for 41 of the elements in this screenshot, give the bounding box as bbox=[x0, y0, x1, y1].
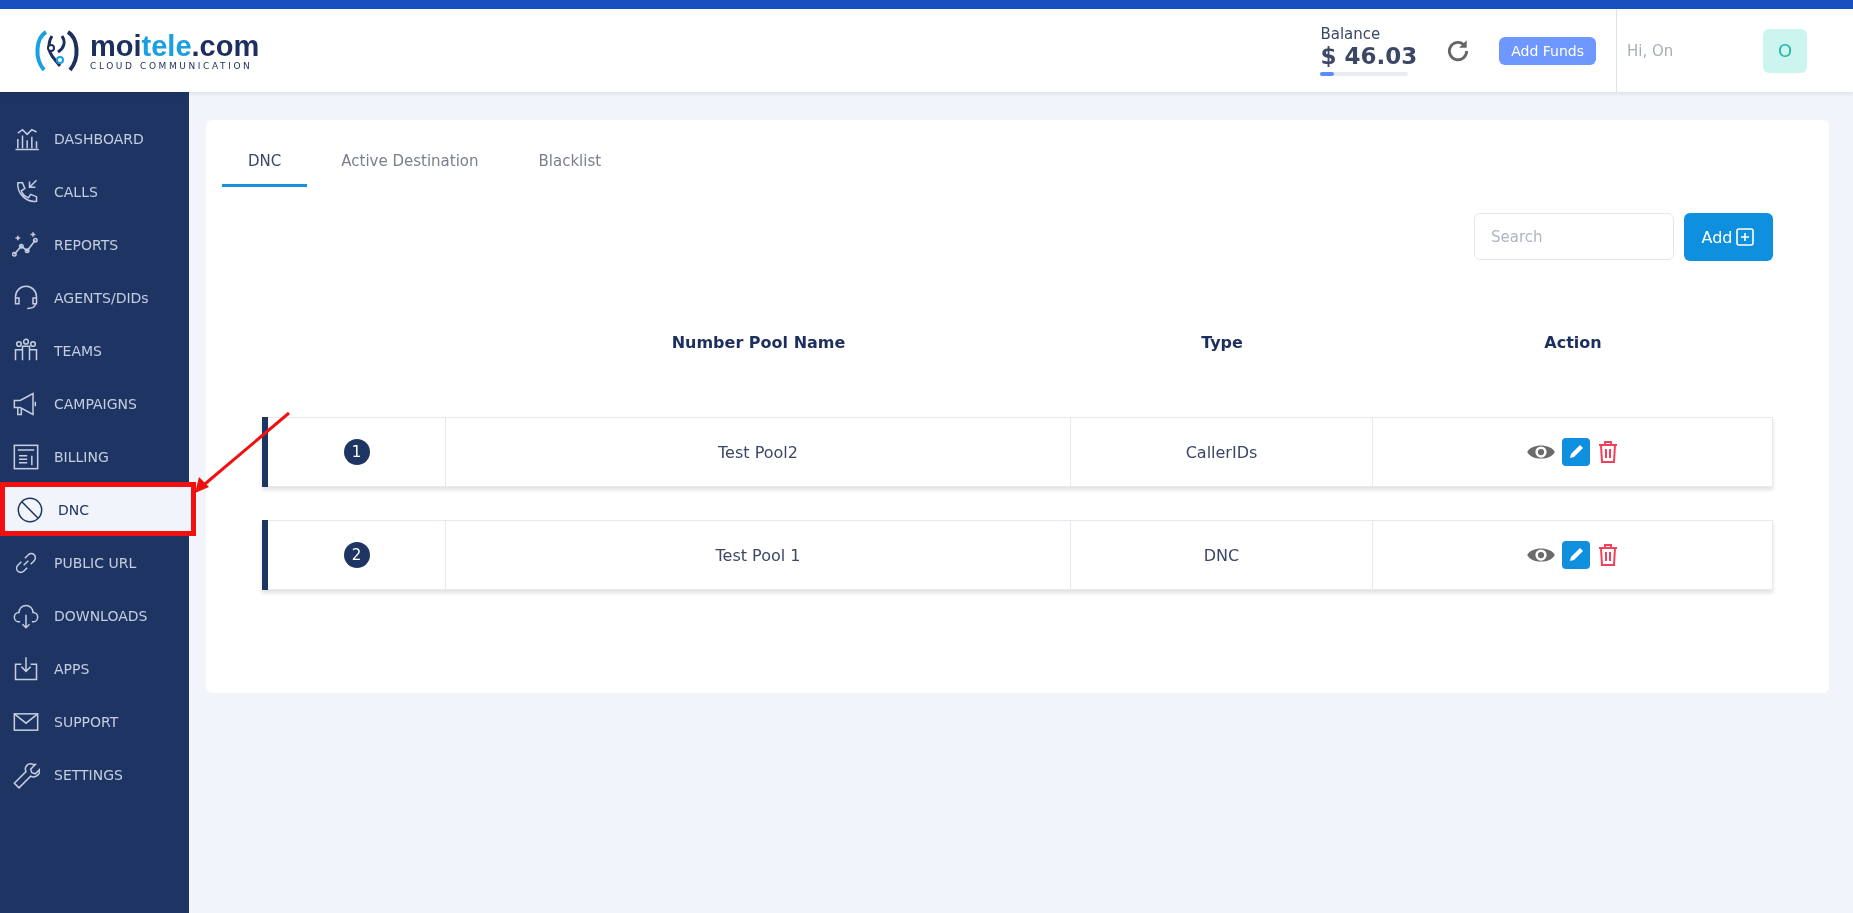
sidebar-item[interactable]: PUBLIC URL bbox=[0, 536, 189, 589]
row-number-badge: 2 bbox=[343, 542, 370, 568]
logo-tagline: CLOUD COMMUNICATION bbox=[90, 60, 254, 71]
tab[interactable]: Active Destination bbox=[315, 142, 505, 187]
sidebar-item[interactable]: TEAMS bbox=[0, 324, 189, 377]
search-field[interactable]: Search bbox=[1474, 213, 1674, 260]
eye-icon[interactable] bbox=[1525, 442, 1556, 462]
tab[interactable]: DNC bbox=[222, 142, 308, 187]
sidebar-item[interactable]: SETTINGS bbox=[0, 748, 189, 801]
sidebar-item[interactable]: CALLS bbox=[0, 165, 189, 218]
edit-icon[interactable] bbox=[1561, 438, 1590, 466]
sidebar-item[interactable]: REPORTS bbox=[0, 218, 189, 271]
sidebar-item[interactable]: BILLING bbox=[0, 430, 189, 483]
edit-icon[interactable] bbox=[1561, 541, 1590, 569]
invoice-icon bbox=[12, 442, 40, 471]
logo-wordmark: moitele.com bbox=[90, 30, 260, 61]
headset-icon bbox=[12, 283, 40, 312]
row-number-badge: 1 bbox=[343, 439, 370, 465]
plus-square-icon bbox=[1735, 227, 1756, 247]
eye-icon[interactable] bbox=[1525, 545, 1556, 565]
sidebar-item[interactable]: APPS bbox=[0, 642, 189, 695]
column-header: Type bbox=[1201, 333, 1243, 352]
column-header: Number Pool Name bbox=[671, 333, 846, 352]
sidebar-item[interactable]: SUPPORT bbox=[0, 695, 189, 748]
table-cell: Test Pool 1 bbox=[715, 545, 801, 565]
column-header: Action bbox=[1544, 333, 1602, 352]
sidebar-item[interactable]: DASHBOARD bbox=[0, 112, 189, 165]
sidebar-item[interactable]: DOWNLOADS bbox=[0, 589, 189, 642]
table-cell: CallerIDs bbox=[1185, 442, 1258, 462]
trend-line-icon bbox=[12, 230, 40, 259]
sidebar-item[interactable]: CAMPAIGNS bbox=[0, 377, 189, 430]
balance-amount: $ 46.03 bbox=[1320, 43, 1418, 69]
greeting-text: Hi, On bbox=[1627, 41, 1675, 60]
balance-label: Balance bbox=[1320, 25, 1382, 43]
table-cell: DNC bbox=[1203, 545, 1240, 565]
prohibited-icon bbox=[16, 495, 44, 524]
download-tray-icon bbox=[12, 654, 40, 683]
tab[interactable]: Blacklist bbox=[512, 142, 628, 187]
sidebar-item[interactable]: AGENTS/DIDs bbox=[0, 271, 189, 324]
table-cell: Test Pool2 bbox=[718, 442, 798, 462]
wrench-icon bbox=[12, 760, 40, 789]
